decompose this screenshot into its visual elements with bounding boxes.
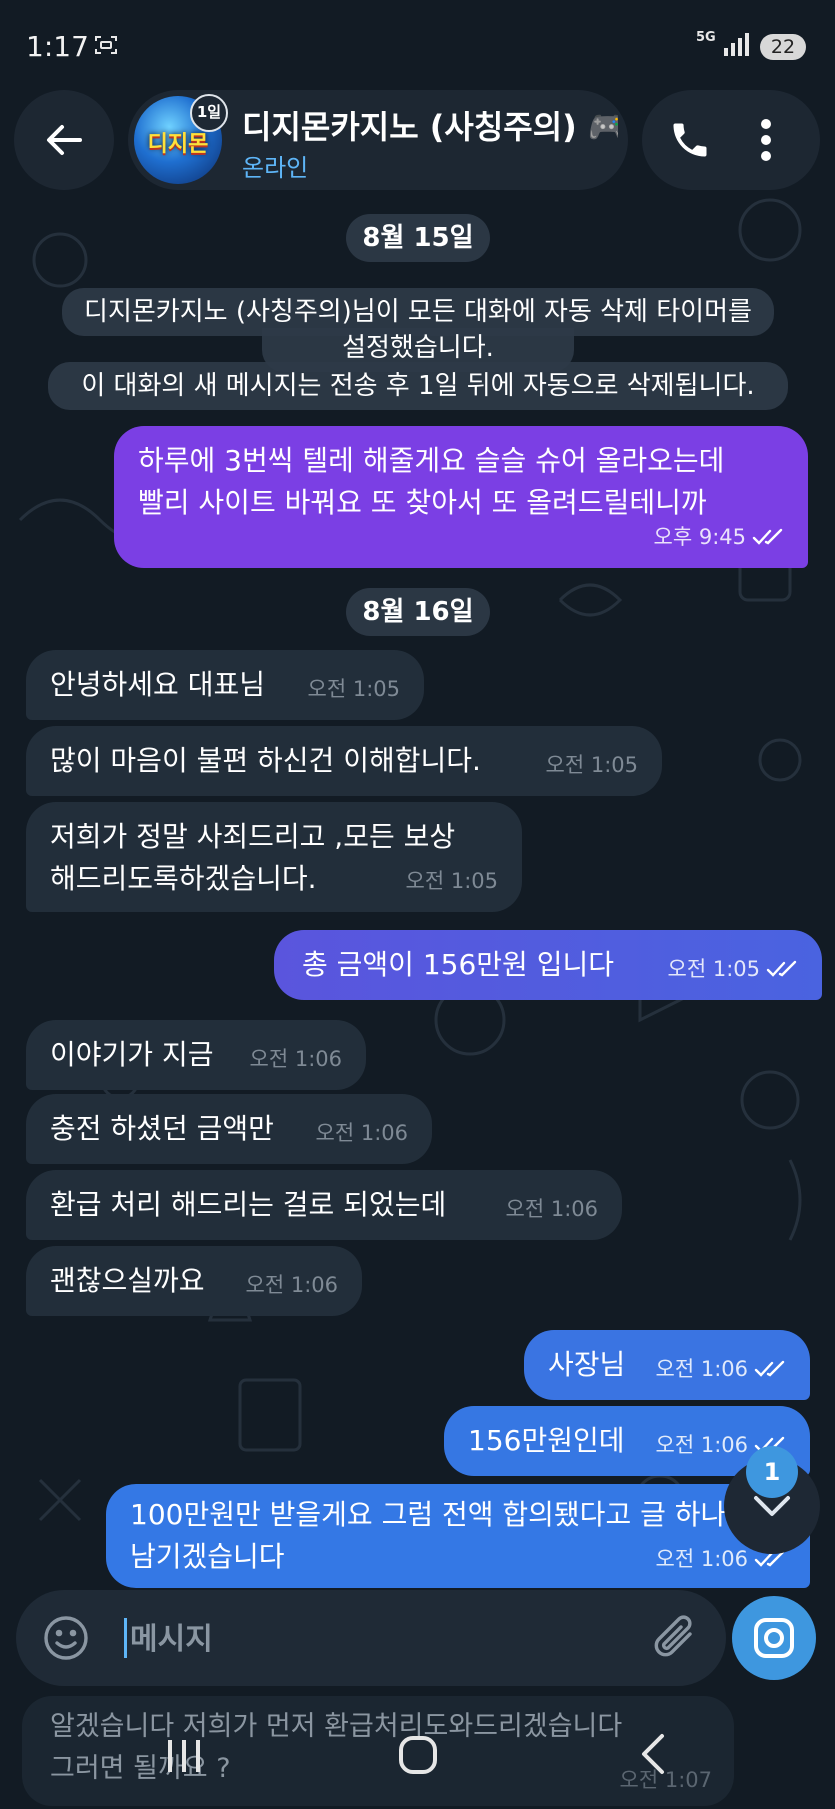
- double-check-icon: [754, 1360, 785, 1377]
- signal-strength-icon: [724, 33, 749, 56]
- message-bubble-incoming[interactable]: 많이 마음이 불편 하신건 이해합니다. 오전 1:05: [26, 726, 662, 796]
- date-separator: 8월 16일: [346, 588, 490, 636]
- message-text: 156만원인데: [468, 1424, 625, 1457]
- emoji-icon[interactable]: [42, 1614, 90, 1662]
- message-bubble-outgoing[interactable]: 100만원만 받을게요 그럼 전액 합의됐다고 글 하나 남기겠습니다 오전 1…: [106, 1484, 810, 1588]
- message-time: 오전 1:05: [307, 677, 400, 701]
- header-actions: [642, 90, 820, 190]
- home-button[interactable]: [398, 1735, 438, 1775]
- message-text: 저희가 정말 사죄드리고 ,모든 보상 해드리도록하겠습니다.: [50, 820, 456, 895]
- message-time: 오전 1:06: [315, 1121, 408, 1145]
- camera-button[interactable]: [732, 1596, 816, 1680]
- message-text: 환급 처리 해드리는 걸로 되었는데: [50, 1188, 447, 1221]
- message-time: 오전 1:06: [655, 1547, 748, 1571]
- message-bubble-outgoing[interactable]: 사장님 오전 1:06: [524, 1330, 810, 1400]
- paperclip-icon[interactable]: [650, 1612, 700, 1664]
- date-separator: 8월 15일: [346, 214, 490, 262]
- nav-back-button[interactable]: [638, 1732, 668, 1776]
- network-type-label: 5G: [696, 30, 716, 45]
- text-cursor: [124, 1618, 127, 1658]
- back-button[interactable]: [14, 90, 114, 190]
- message-time: 오전 1:06: [655, 1357, 748, 1381]
- chat-header: 디지몬 1일 디지몬카지노 (사칭주의) 🎮 온라인: [0, 90, 835, 200]
- message-time: 오전 1:06: [245, 1273, 338, 1297]
- message-text: 사장님: [548, 1348, 626, 1381]
- message-meta: 오전 1:06: [656, 1348, 788, 1390]
- recent-apps-button[interactable]: [164, 1738, 204, 1774]
- message-bubble-incoming[interactable]: 이야기가 지금 오전 1:06: [26, 1020, 366, 1090]
- message-time: 오전 1:05: [405, 869, 498, 893]
- more-vert-icon[interactable]: [760, 118, 772, 162]
- back-arrow-icon: [47, 125, 82, 155]
- double-check-icon: [752, 528, 783, 545]
- message-meta: 오후 9:45: [654, 516, 786, 558]
- message-text: 알겠습니다 저희가 먼저 환급처리도와드리겠습니다 그러면 될까요 ?: [50, 1711, 623, 1784]
- service-message-text: 디지몬카지노 (사칭주의)님이 모든 대화에 자동 삭제 타이머를: [84, 297, 752, 327]
- message-time: 오후 9:45: [653, 525, 746, 549]
- status-time: 1:17: [26, 30, 89, 63]
- auto-delete-timer-badge: 1일: [190, 94, 228, 132]
- message-bubble-incoming[interactable]: 저희가 정말 사죄드리고 ,모든 보상 해드리도록하겠습니다. 오전 1:05: [26, 802, 522, 912]
- message-time: 오전 1:05: [667, 957, 760, 981]
- unread-count-badge: 1: [746, 1446, 798, 1498]
- message-time: 오전 1:06: [505, 1197, 598, 1221]
- battery-indicator: 22: [760, 34, 806, 60]
- message-bubble-incoming[interactable]: 안녕하세요 대표님 오전 1:05: [26, 650, 424, 720]
- message-bubble-outgoing[interactable]: 하루에 3번씩 텔레 해줄게요 슬슬 슈어 올라오는데 빨리 사이트 바꿔요 또…: [114, 426, 808, 568]
- message-text: 괜찮으실까요: [50, 1264, 205, 1297]
- message-bubble-incoming[interactable]: 알겠습니다 저희가 먼저 환급처리도와드리겠습니다 그러면 될까요 ? 오전 1…: [22, 1696, 734, 1806]
- message-text: 많이 마음이 불편 하신건 이해합니다.: [50, 744, 481, 777]
- message-time: 오전 1:06: [655, 1433, 748, 1457]
- message-time: 오전 1:05: [545, 753, 638, 777]
- chat-title: 디지몬카지노 (사칭주의) 🎮: [242, 108, 618, 146]
- message-time: 오전 1:06: [249, 1047, 342, 1071]
- message-bubble-outgoing[interactable]: 총 금액이 156만원 입니다 오전 1:05: [274, 930, 822, 1000]
- service-message-text: 설정했습니다.: [342, 333, 494, 363]
- service-message-line: 이 대화의 새 메시지는 전송 후 1일 뒤에 자동으로 삭제됩니다.: [48, 362, 788, 410]
- message-bubble-incoming[interactable]: 환급 처리 해드리는 걸로 되었는데 오전 1:06: [26, 1170, 622, 1240]
- double-check-icon: [766, 960, 797, 977]
- message-text: 안녕하세요 대표님: [50, 668, 265, 701]
- message-bubble-incoming[interactable]: 충전 하셨던 금액만 오전 1:06: [26, 1094, 432, 1164]
- message-text: 100만원만 받을게요 그럼 전액 합의됐다고 글 하나 남기겠습니다: [130, 1498, 727, 1573]
- message-text: 충전 하셨던 금액만: [50, 1112, 274, 1145]
- chat-info-button[interactable]: 디지몬 1일 디지몬카지노 (사칭주의) 🎮 온라인: [128, 90, 628, 190]
- message-text: 총 금액이 156만원 입니다: [302, 948, 614, 981]
- message-meta: 오전 1:05: [668, 948, 800, 990]
- screen-record-icon: [95, 36, 117, 54]
- status-bar: 1:17 5G 22: [0, 0, 835, 90]
- message-bubble-incoming[interactable]: 괜찮으실까요 오전 1:06: [26, 1246, 362, 1316]
- message-composer: [16, 1590, 726, 1686]
- service-message-text: 이 대화의 새 메시지는 전송 후 1일 뒤에 자동으로 삭제됩니다.: [81, 371, 755, 401]
- message-input[interactable]: [128, 1608, 552, 1670]
- message-text: 이야기가 지금: [50, 1038, 214, 1071]
- message-text: 하루에 3번씩 텔레 해줄게요 슬슬 슈어 올라오는데 빨리 사이트 바꿔요 또…: [138, 444, 725, 519]
- chat-status: 온라인: [242, 154, 309, 182]
- camera-icon: [754, 1618, 794, 1658]
- phone-icon[interactable]: [668, 118, 712, 162]
